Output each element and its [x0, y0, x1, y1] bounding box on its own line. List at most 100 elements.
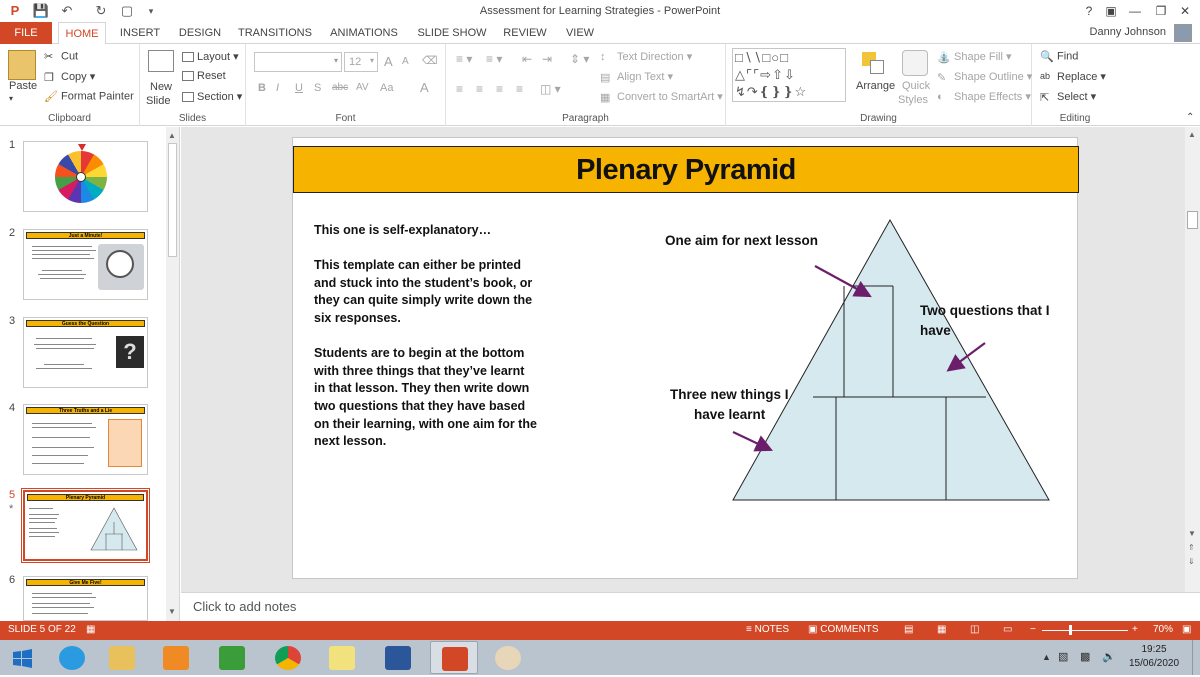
- label-aim[interactable]: One aim for next lesson: [665, 231, 818, 250]
- change-case-button[interactable]: Aa: [380, 82, 393, 94]
- file-explorer-icon[interactable]: [98, 641, 146, 674]
- format-painter-button[interactable]: 🖌 Format Painter: [44, 90, 134, 103]
- paste-dropdown-icon[interactable]: ▾: [9, 94, 13, 103]
- convert-smartart-button[interactable]: ▦ Convert to SmartArt ▾: [600, 90, 723, 104]
- arrange-button[interactable]: Arrange: [856, 80, 895, 92]
- network-icon[interactable]: ▩: [1080, 650, 1090, 663]
- ribbon-options-icon[interactable]: ▣: [1100, 2, 1122, 20]
- slide-thumbnail-3[interactable]: Guess the Question ?: [23, 317, 148, 388]
- shape-effects-button[interactable]: ◐ Shape Effects ▾: [937, 90, 1031, 104]
- bullets-icon[interactable]: ≡ ▾: [456, 52, 472, 66]
- slide-thumbnail-1[interactable]: [23, 141, 148, 212]
- select-button[interactable]: ⇱ Select ▾: [1040, 90, 1096, 104]
- zoom-in-icon[interactable]: +: [1132, 624, 1138, 635]
- columns-icon[interactable]: ◫ ▾: [540, 82, 561, 96]
- increase-indent-icon[interactable]: ⇥: [542, 52, 552, 66]
- comments-toggle[interactable]: ▣ COMMENTS: [808, 624, 879, 635]
- font-name-select[interactable]: ▾: [254, 52, 342, 72]
- shape-fill-button[interactable]: ⛲ Shape Fill ▾: [937, 50, 1012, 64]
- label-things-line2[interactable]: have learnt: [694, 405, 765, 424]
- scrollbar-thumb[interactable]: [168, 143, 177, 257]
- paste-button[interactable]: Paste: [9, 80, 37, 92]
- minimize-icon[interactable]: —: [1124, 2, 1146, 20]
- shape-outline-button[interactable]: ✎ Shape Outline ▾: [937, 70, 1032, 84]
- label-things-line1[interactable]: Three new things I: [670, 385, 789, 404]
- internet-explorer-icon[interactable]: [48, 641, 96, 674]
- zoom-out-icon[interactable]: −: [1030, 624, 1036, 635]
- word-icon[interactable]: [374, 641, 422, 674]
- slide-thumbnail-4[interactable]: Three Truths and a Lie: [23, 404, 148, 475]
- find-button[interactable]: 🔍 Find: [1040, 50, 1078, 63]
- tab-transitions[interactable]: TRANSITIONS: [234, 22, 316, 44]
- reset-button[interactable]: Reset: [182, 70, 226, 82]
- tab-slide-show[interactable]: SLIDE SHOW: [412, 22, 492, 44]
- tab-view[interactable]: VIEW: [558, 22, 602, 44]
- chrome-icon[interactable]: [264, 641, 312, 674]
- quick-styles-icon[interactable]: [902, 50, 928, 76]
- notes-pane[interactable]: Click to add notes: [181, 592, 1200, 621]
- scrollbar-thumb[interactable]: [1187, 211, 1198, 229]
- show-desktop-button[interactable]: [1192, 640, 1200, 675]
- media-player-icon[interactable]: [152, 641, 200, 674]
- new-slide-button[interactable]: New: [150, 81, 172, 93]
- clear-formatting-icon[interactable]: ⌫: [422, 54, 438, 67]
- thumbnail-scrollbar[interactable]: ▲ ▼: [166, 127, 179, 621]
- new-slide-label[interactable]: Slide: [146, 95, 170, 107]
- copy-button[interactable]: ❐ Copy ▾: [44, 70, 95, 84]
- tab-file[interactable]: FILE: [0, 22, 52, 44]
- zoom-level[interactable]: 70%: [1153, 624, 1173, 635]
- clock-date[interactable]: 15/06/2020: [1124, 658, 1184, 669]
- zoom-slider-thumb[interactable]: [1069, 625, 1072, 635]
- notes-toggle[interactable]: ≡ NOTES: [746, 624, 789, 635]
- slide-thumbnail-2[interactable]: Just a Minute!: [23, 229, 148, 300]
- align-left-icon[interactable]: ≡: [456, 82, 463, 96]
- align-right-icon[interactable]: ≡: [496, 82, 503, 96]
- tab-animations[interactable]: ANIMATIONS: [322, 22, 406, 44]
- quick-styles-button[interactable]: Quick: [902, 80, 930, 92]
- underline-button[interactable]: U: [295, 82, 303, 94]
- shadow-button[interactable]: S: [314, 82, 321, 94]
- arrow-things[interactable]: [732, 431, 773, 452]
- powerpoint-taskbar-icon[interactable]: [430, 641, 478, 674]
- scroll-up-icon[interactable]: ▲: [1188, 130, 1196, 139]
- paste-icon[interactable]: [8, 50, 36, 80]
- zoom-slider[interactable]: [1042, 630, 1128, 631]
- next-slide-icon[interactable]: ⇓: [1188, 557, 1195, 566]
- slide-canvas[interactable]: Plenary Pyramid This one is self-explana…: [292, 137, 1079, 579]
- slide-show-icon[interactable]: ▭: [1003, 624, 1012, 635]
- bold-button[interactable]: B: [258, 82, 266, 94]
- label-questions-line2[interactable]: have: [920, 321, 951, 340]
- notes-placeholder[interactable]: Click to add notes: [193, 599, 296, 614]
- scroll-down-icon[interactable]: ▼: [168, 607, 176, 616]
- font-size-select[interactable]: 12 ▾: [344, 52, 378, 72]
- slide-scrollbar[interactable]: ▲ ▼ ⇑ ⇓: [1185, 127, 1200, 592]
- previous-slide-icon[interactable]: ⇑: [1188, 543, 1195, 552]
- start-button[interactable]: [0, 641, 46, 674]
- font-color-button[interactable]: A: [420, 80, 429, 95]
- section-button[interactable]: Section ▾: [182, 90, 242, 103]
- quick-styles-label[interactable]: Styles: [898, 94, 928, 106]
- tab-design[interactable]: DESIGN: [174, 22, 226, 44]
- close-icon[interactable]: ✕: [1174, 2, 1196, 20]
- pyramid-shape[interactable]: [732, 218, 1050, 501]
- grow-font-button[interactable]: A: [384, 54, 393, 69]
- tab-review[interactable]: REVIEW: [498, 22, 552, 44]
- reading-view-icon[interactable]: ◫: [970, 624, 979, 635]
- strikethrough-button[interactable]: abc: [332, 82, 348, 93]
- decrease-indent-icon[interactable]: ⇤: [522, 52, 532, 66]
- align-text-button[interactable]: ▤ Align Text ▾: [600, 70, 673, 84]
- shrink-font-button[interactable]: A: [402, 56, 409, 67]
- sticky-notes-icon[interactable]: [318, 641, 366, 674]
- spell-check-icon[interactable]: ▦: [86, 624, 95, 635]
- normal-view-icon[interactable]: ▤: [904, 624, 913, 635]
- shapes-gallery[interactable]: □∖∖□○□ △⌜⌜⇨⇧⇩ ↯↷❴❵❵☆: [732, 48, 846, 102]
- store-icon[interactable]: [208, 641, 256, 674]
- slide-sorter-icon[interactable]: ▦: [937, 624, 946, 635]
- label-questions-line1[interactable]: Two questions that I: [920, 301, 1050, 320]
- scroll-down-icon[interactable]: ▼: [1188, 529, 1196, 538]
- collapse-ribbon-icon[interactable]: ⌃: [1186, 112, 1194, 123]
- numbering-icon[interactable]: ≡ ▾: [486, 52, 502, 66]
- arrange-icon[interactable]: [860, 50, 886, 76]
- battery-icon[interactable]: ▧: [1058, 650, 1068, 663]
- fit-to-window-icon[interactable]: ▣: [1182, 624, 1191, 635]
